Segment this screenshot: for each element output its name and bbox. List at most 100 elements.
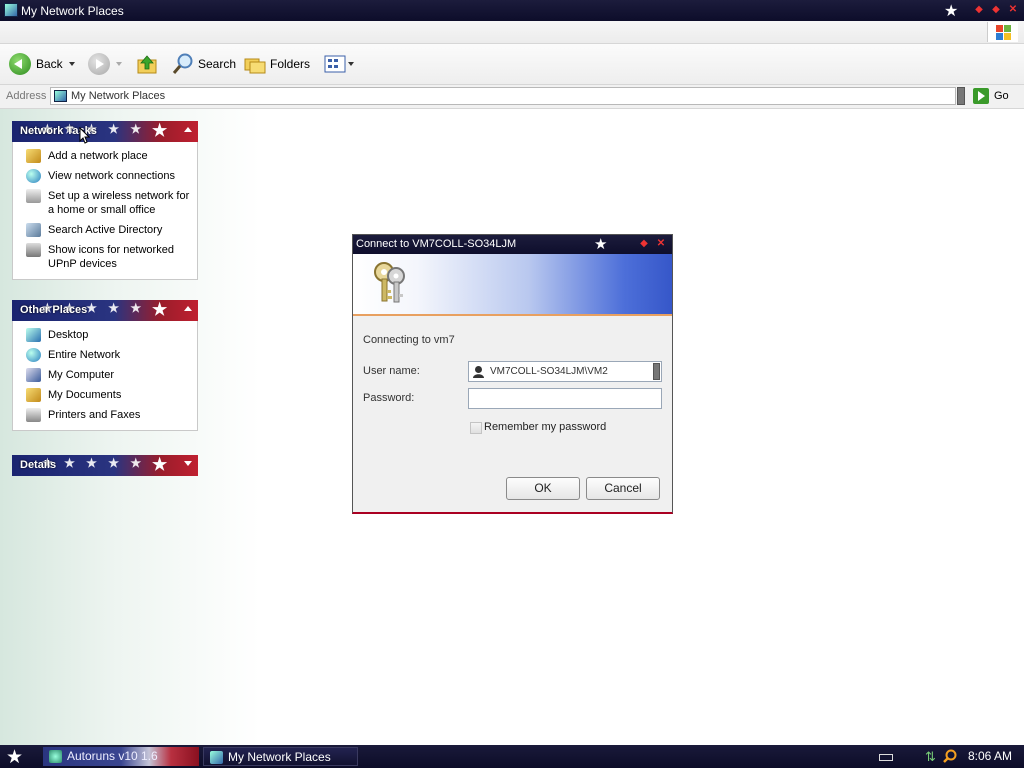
address-label: Address <box>6 90 47 102</box>
other-places-title: Other Places <box>20 304 88 316</box>
up-folder-button[interactable] <box>136 52 158 76</box>
place-entire-network[interactable]: Entire Network <box>13 348 197 362</box>
collapse-chevron-icon[interactable] <box>184 127 192 132</box>
keys-icon <box>374 262 405 303</box>
other-places-panel: ★ ★ ★ ★ ★ Other Places ★ Desktop Entire … <box>12 300 198 431</box>
back-label: Back <box>36 57 63 71</box>
task-setup-wireless[interactable]: Set up a wireless network for a home or … <box>13 189 197 217</box>
wireless-icon <box>26 189 41 203</box>
place-my-computer[interactable]: My Computer <box>13 368 197 382</box>
start-button[interactable]: ★ <box>6 746 23 769</box>
username-label: User name: <box>363 365 420 377</box>
folders-button[interactable]: Folders <box>243 52 310 76</box>
back-button[interactable]: Back <box>9 52 75 76</box>
place-label: Desktop <box>48 329 89 341</box>
search-button[interactable]: Search <box>171 52 236 76</box>
taskbar: ★ Autoruns v10 1.6 My Network Places ⇅ 8… <box>0 745 1024 768</box>
directory-search-icon <box>26 223 41 237</box>
forward-arrow-icon <box>88 53 110 75</box>
chevron-down-icon[interactable] <box>348 62 354 66</box>
chevron-down-icon[interactable] <box>116 62 122 66</box>
star-decoration-icon: ★ <box>594 236 608 253</box>
address-bar: Address My Network Places Go <box>0 85 1024 109</box>
go-button[interactable]: Go <box>973 87 1009 105</box>
password-label: Password: <box>363 392 415 404</box>
window-title-bar[interactable]: My Network Places ★ ◆ ◆ ✕ <box>0 0 1024 21</box>
connect-dialog: Connect to VM7COLL-SO34LJM ★ ◆ ✕ Connect… <box>352 234 673 514</box>
username-dropdown-button[interactable] <box>653 363 660 380</box>
documents-folder-icon <box>26 388 41 402</box>
other-places-list: Desktop Entire Network My Computer My Do… <box>12 321 198 431</box>
user-icon <box>473 366 484 378</box>
taskbar-item-label: Autoruns v10 1.6 <box>67 749 158 763</box>
address-dropdown-button[interactable] <box>957 87 965 105</box>
autoruns-icon <box>49 750 62 763</box>
views-icon <box>324 55 346 73</box>
close-icon[interactable]: ✕ <box>654 237 668 251</box>
task-search-active-directory[interactable]: Search Active Directory <box>13 223 197 237</box>
close-icon[interactable]: ✕ <box>1006 3 1020 17</box>
views-button[interactable] <box>324 52 354 76</box>
windows-logo-icon <box>987 22 1018 42</box>
forward-button[interactable] <box>88 52 122 76</box>
other-places-header[interactable]: ★ ★ ★ ★ ★ Other Places ★ <box>12 300 198 321</box>
password-field[interactable] <box>468 388 662 409</box>
maximize-icon[interactable]: ◆ <box>989 3 1003 17</box>
network-places-icon <box>4 3 18 17</box>
printer-icon <box>26 408 41 422</box>
go-arrow-icon <box>973 88 989 104</box>
username-value: VM7COLL-SO34LJM\VM2 <box>490 366 608 377</box>
up-folder-icon <box>137 55 157 74</box>
place-printers-faxes[interactable]: Printers and Faxes <box>13 408 197 422</box>
search-label: Search <box>198 57 237 71</box>
desktop-icon <box>26 328 41 342</box>
chevron-down-icon[interactable] <box>68 62 75 66</box>
remember-password-label: Remember my password <box>484 421 607 433</box>
taskbar-item-autoruns[interactable]: Autoruns v10 1.6 <box>43 747 199 766</box>
place-desktop[interactable]: Desktop <box>13 328 197 342</box>
task-add-network-place[interactable]: Add a network place <box>13 149 197 163</box>
task-label: Add a network place <box>48 150 148 162</box>
network-places-icon <box>210 751 223 764</box>
star-decoration-icon: ★ <box>152 121 168 140</box>
network-connection-icon[interactable]: ⇅ <box>925 749 936 765</box>
place-label: My Documents <box>48 389 122 401</box>
task-view-network-connections[interactable]: View network connections <box>13 169 197 183</box>
folders-label: Folders <box>270 57 311 71</box>
expand-chevron-icon[interactable] <box>184 461 192 466</box>
place-label: My Computer <box>48 369 115 381</box>
collapse-chevron-icon[interactable] <box>184 306 192 311</box>
stars-decoration-icon: ★ ★ ★ ★ ★ <box>42 456 146 470</box>
place-label: Entire Network <box>48 349 121 361</box>
taskbar-item-my-network-places[interactable]: My Network Places <box>203 747 358 766</box>
ok-button[interactable]: OK <box>506 477 580 500</box>
network-tasks-list: Add a network place View network connect… <box>12 142 198 280</box>
username-field[interactable]: VM7COLL-SO34LJM\VM2 <box>468 361 662 382</box>
remember-password-checkbox[interactable] <box>470 422 482 434</box>
computer-icon <box>26 368 41 382</box>
toolbar: Back Search Folders <box>0 44 1024 85</box>
details-header[interactable]: ★ ★ ★ ★ ★ Details ★ <box>12 455 198 476</box>
dialog-title: Connect to VM7COLL-SO34LJM <box>356 238 517 250</box>
help-icon[interactable]: ◆ <box>637 237 651 251</box>
system-tray: ⇅ 8:06 AM <box>868 745 1024 768</box>
task-show-upnp-icons[interactable]: Show icons for networked UPnP devices <box>13 243 197 271</box>
place-my-documents[interactable]: My Documents <box>13 388 197 402</box>
search-tray-icon[interactable] <box>942 748 958 764</box>
clock: 8:06 AM <box>968 749 1013 763</box>
network-places-icon <box>54 90 67 102</box>
minimize-icon[interactable]: ◆ <box>972 3 986 17</box>
globe-icon <box>26 169 41 183</box>
star-decoration-icon: ★ <box>152 455 168 474</box>
task-label: Show icons for networked UPnP devices <box>48 244 174 270</box>
dialog-title-bar[interactable]: Connect to VM7COLL-SO34LJM ★ ◆ ✕ <box>353 235 672 254</box>
upnp-device-icon <box>26 243 41 257</box>
network-tasks-header[interactable]: ★ ★ ★ ★ ★ Network Tasks ★ <box>12 121 198 142</box>
details-title: Details <box>20 459 57 471</box>
task-label: Set up a wireless network for a home or … <box>48 190 190 216</box>
keyboard-icon[interactable] <box>879 754 893 761</box>
place-label: Printers and Faxes <box>48 409 141 421</box>
address-input[interactable]: My Network Places <box>50 87 956 105</box>
connecting-text: Connecting to vm7 <box>363 334 455 346</box>
cancel-button[interactable]: Cancel <box>586 477 660 500</box>
